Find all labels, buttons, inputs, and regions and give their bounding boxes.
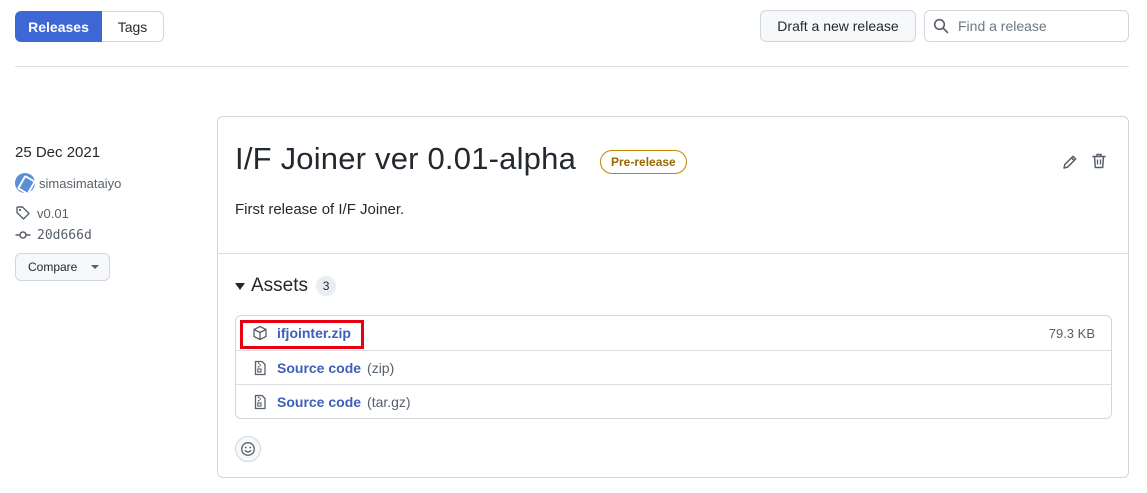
- asset-format: (zip): [367, 359, 395, 376]
- assets-toggle[interactable]: Assets 3: [235, 275, 337, 297]
- find-release-search[interactable]: [924, 10, 1129, 42]
- highlight-annotation: [240, 320, 364, 349]
- release-tabs: Releases Tags: [15, 11, 164, 42]
- file-zip-icon: [254, 360, 266, 375]
- tab-tags[interactable]: Tags: [102, 11, 164, 42]
- commit-icon: [15, 231, 31, 239]
- asset-row-ifjointer: ifjointer.zip 79.3 KB: [236, 316, 1111, 350]
- release-author[interactable]: simasimataiyo: [15, 173, 121, 193]
- pencil-icon[interactable]: [1061, 153, 1079, 171]
- add-reaction-button[interactable]: [235, 436, 261, 462]
- compare-button[interactable]: Compare: [15, 253, 110, 281]
- smiley-icon: [241, 442, 255, 456]
- avatar: [15, 173, 35, 193]
- asset-format: (tar.gz): [367, 393, 411, 410]
- assets-heading: Assets: [251, 275, 309, 296]
- header-divider: [15, 66, 1129, 67]
- search-input[interactable]: [958, 18, 1118, 34]
- asset-name[interactable]: Source code: [277, 394, 361, 410]
- search-icon: [933, 18, 949, 34]
- release-date: 25 Dec 2021: [15, 144, 101, 161]
- tab-releases[interactable]: Releases: [15, 11, 102, 42]
- compare-label: Compare: [28, 260, 78, 274]
- release-commit[interactable]: 20d666d: [15, 227, 92, 243]
- asset-link[interactable]: Source code (tar.gz): [277, 394, 411, 410]
- asset-size: 79.3 KB: [1048, 325, 1095, 341]
- asset-link[interactable]: Source code (zip): [277, 360, 394, 376]
- asset-name[interactable]: Source code: [277, 360, 361, 376]
- release-title[interactable]: I/F Joiner ver 0.01-alpha: [235, 141, 576, 177]
- assets-count-badge: 3: [316, 276, 337, 296]
- author-name[interactable]: simasimataiyo: [39, 176, 121, 191]
- tag-label[interactable]: v0.01: [37, 206, 69, 221]
- card-divider: [218, 253, 1128, 254]
- tag-icon: [16, 206, 30, 220]
- release-card: I/F Joiner ver 0.01-alpha Pre-release Fi…: [217, 116, 1129, 478]
- chevron-down-icon: [91, 265, 100, 269]
- trash-icon[interactable]: [1090, 152, 1108, 170]
- release-tag[interactable]: v0.01: [15, 205, 69, 221]
- file-zip-icon: [254, 394, 266, 409]
- triangle-down-icon: [235, 282, 245, 290]
- commit-sha[interactable]: 20d666d: [37, 228, 92, 243]
- asset-row-source-targz: Source code (tar.gz): [236, 384, 1111, 418]
- draft-new-release-button[interactable]: Draft a new release: [760, 10, 916, 42]
- release-description: First release of I/F Joiner.: [235, 201, 405, 218]
- asset-row-source-zip: Source code (zip): [236, 350, 1111, 384]
- assets-list: ifjointer.zip 79.3 KB Source code (zip): [235, 315, 1112, 419]
- pre-release-badge: Pre-release: [600, 150, 687, 174]
